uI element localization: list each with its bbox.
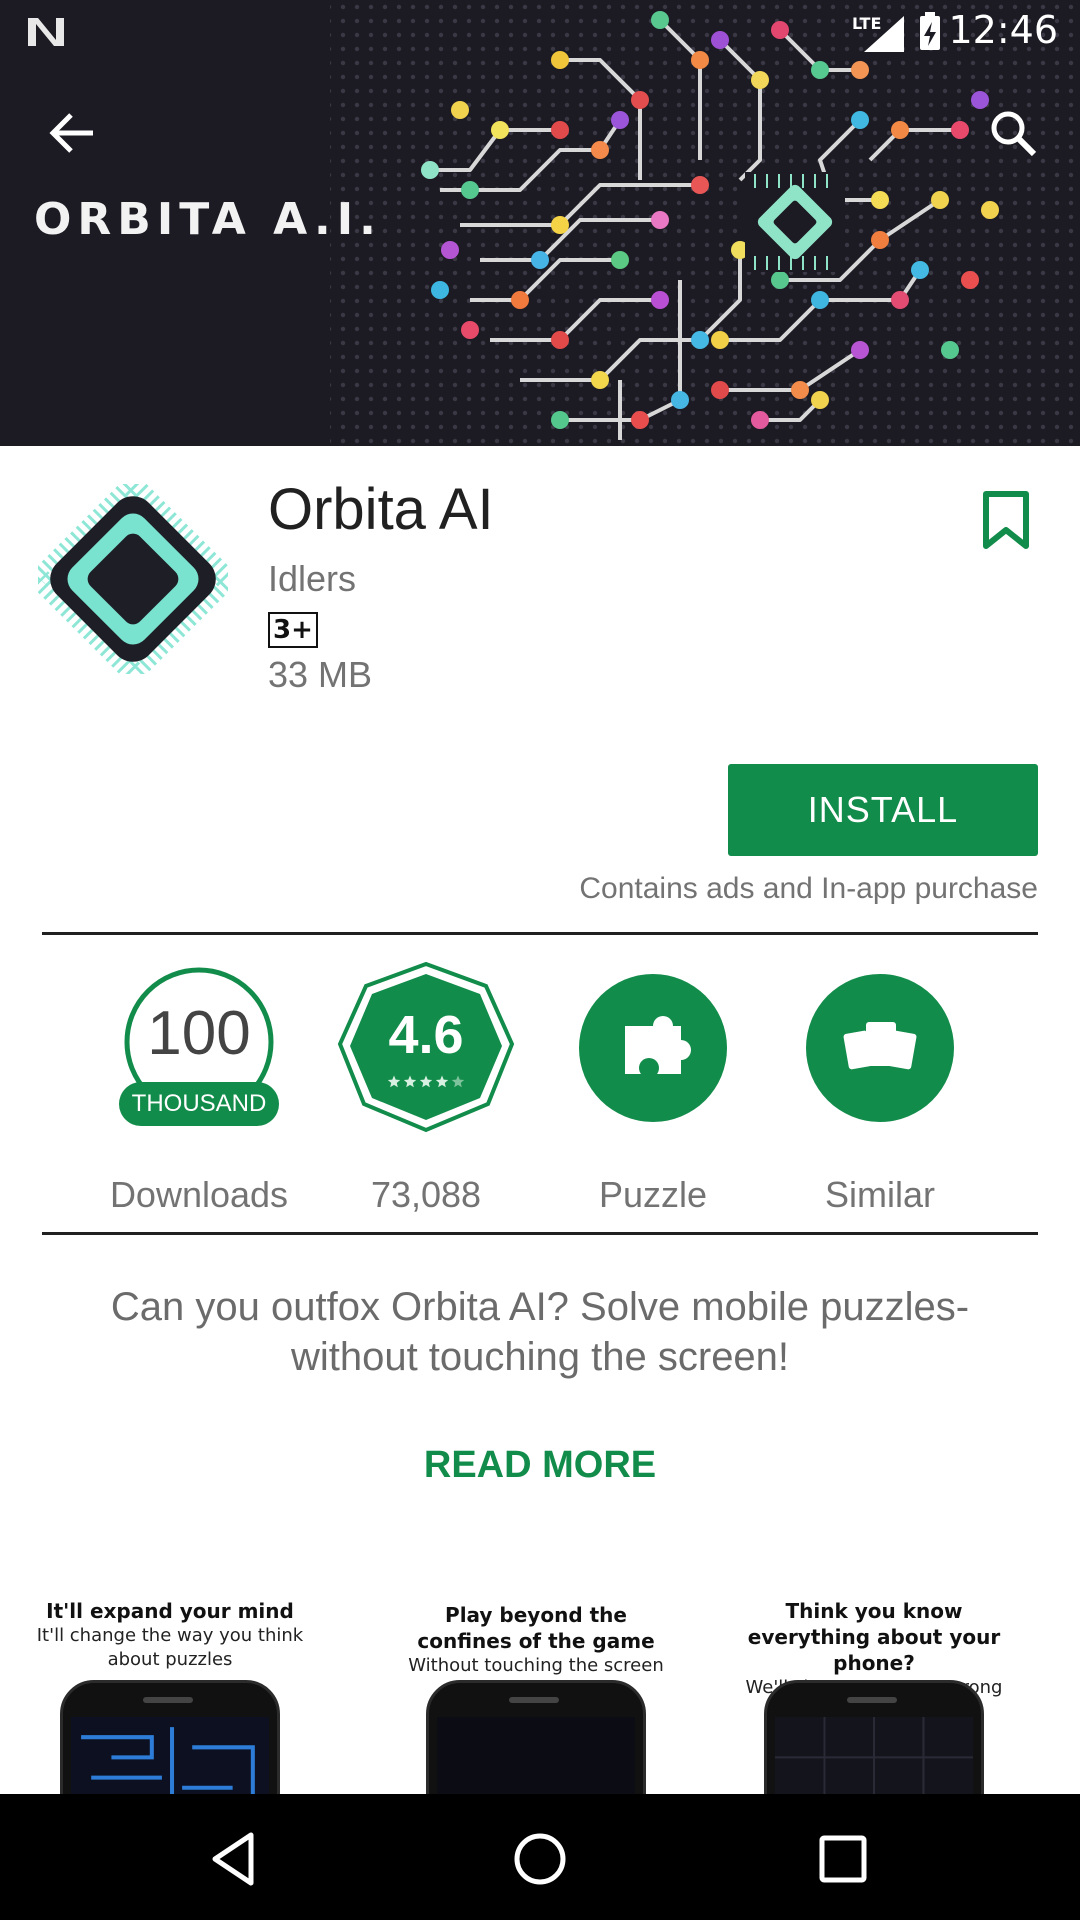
ads-purchase-note: Contains ads and In-app purchase — [579, 872, 1038, 905]
feature-graphic: LTE 12:46 ORBITA A.I. — [0, 0, 1080, 446]
phone-mockup — [60, 1680, 280, 1794]
game-screen-preview — [71, 1717, 269, 1794]
nav-back-icon — [212, 1832, 254, 1886]
divider — [42, 1232, 1038, 1235]
similar-stat[interactable]: Similar — [780, 962, 980, 1222]
rating-value: 4.6 — [388, 1005, 464, 1065]
clock: 12:46 — [948, 8, 1058, 52]
screenshot-2[interactable]: Play beyond the confines of the game Wit… — [396, 1584, 676, 1794]
screenshot-title: It'll expand your mind — [46, 1599, 294, 1623]
screenshot-subtitle: It'll change the way you think about puz… — [36, 1625, 304, 1670]
similar-label: Similar — [824, 1174, 935, 1215]
screenshot-3[interactable]: Think you know everything about your pho… — [734, 1584, 1014, 1794]
nav-home-button[interactable] — [495, 1814, 585, 1904]
phone-mockup — [764, 1680, 984, 1794]
app-description: Can you outfox Orbita AI? Solve mobile p… — [110, 1285, 970, 1379]
phone-mockup — [426, 1680, 646, 1794]
network-type-label: LTE — [852, 14, 882, 33]
screenshot-1[interactable]: It'll expand your mind It'll change the … — [30, 1584, 310, 1794]
app-icon — [38, 484, 228, 674]
developer-link[interactable]: Idlers — [268, 558, 356, 600]
install-button[interactable]: INSTALL — [728, 764, 1038, 856]
downloads-count: 100 — [147, 999, 251, 1068]
game-screen-preview — [775, 1717, 973, 1794]
search-button[interactable] — [980, 100, 1046, 166]
cards-icon — [806, 974, 954, 1122]
downloads-stat: 100 THOUSAND Downloads — [99, 962, 299, 1222]
category-badge — [563, 962, 743, 1134]
nav-home-icon — [514, 1833, 566, 1885]
battery-charging-icon — [920, 12, 940, 50]
puzzle-icon — [579, 974, 727, 1122]
screenshot-title: Play beyond the confines of the game — [417, 1603, 655, 1653]
rating-count: 73,088 — [370, 1174, 482, 1215]
rating-stat[interactable]: 4.6 73,088 — [326, 962, 526, 1222]
category-label: Puzzle — [598, 1174, 708, 1215]
content-rating-badge: 3+ — [268, 612, 318, 648]
nav-recents-icon — [819, 1835, 867, 1883]
banner-title: ORBITA A.I. — [34, 194, 382, 245]
category-stat[interactable]: Puzzle — [553, 962, 753, 1222]
read-more-link[interactable]: READ MORE — [0, 1444, 1080, 1487]
wishlist-button[interactable] — [980, 490, 1032, 550]
app-title: Orbita AI — [268, 477, 494, 542]
screenshot-title: Think you know everything about your pho… — [747, 1599, 1001, 1675]
game-screen-preview — [437, 1717, 635, 1794]
play-store-app-page: LTE 12:46 ORBITA A.I. Orbita AI Idlers 3… — [0, 0, 1080, 1920]
status-bar: LTE 12:46 — [0, 0, 1080, 60]
rating-badge: 4.6 — [336, 962, 516, 1134]
similar-badge — [790, 962, 970, 1134]
downloads-unit: THOUSAND — [131, 1090, 267, 1117]
screenshot-subtitle: Without touching the screen — [408, 1655, 664, 1676]
nav-back-button[interactable] — [190, 1814, 280, 1904]
nav-recents-button[interactable] — [798, 1814, 888, 1904]
back-button[interactable] — [40, 100, 106, 166]
android-n-icon — [28, 18, 64, 46]
search-icon — [991, 111, 1037, 157]
downloads-badge: 100 THOUSAND — [109, 962, 289, 1134]
divider — [42, 932, 1038, 935]
downloads-label: Downloads — [109, 1174, 289, 1215]
back-arrow-icon — [49, 113, 93, 153]
bookmark-icon — [983, 491, 1029, 549]
app-size: 33 MB — [268, 654, 373, 695]
system-nav-bar — [0, 1794, 1080, 1920]
